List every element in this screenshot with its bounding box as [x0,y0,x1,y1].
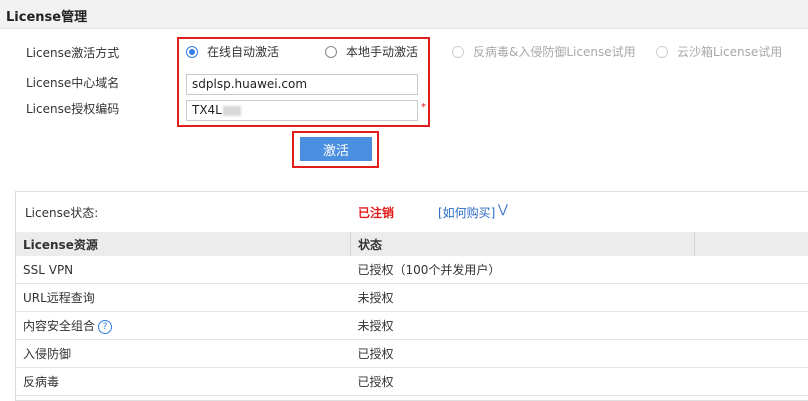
license-status-value: 已注销 [358,204,394,221]
status-cell: 已授权 [351,340,695,368]
status-cell: 已授权（100个并发用户） [351,256,695,284]
table-row: SSL VPN 已授权（100个并发用户） [16,256,808,284]
column-header-status: 状态 [351,232,695,256]
radio-icon [452,46,464,58]
column-header-resource: License资源 [16,232,351,256]
license-resource-table: License资源 状态 SSL VPN 已授权（100个并发用户） URL远程… [16,232,808,396]
question-circle-icon[interactable]: ? [98,320,112,334]
status-cell: 未授权 [351,284,695,312]
status-cell: 已授权 [351,368,695,396]
resource-cell: 入侵防御 [16,340,351,368]
highlight-box-form [177,37,430,127]
auth-code-label: License授权编码 [26,100,119,117]
radio-label: 云沙箱License试用 [677,43,782,60]
activation-mode-label: License激活方式 [26,44,119,61]
license-status-row: License状态: 已注销 [如何购买] ⋁ [16,192,808,230]
table-row: URL远程查询 未授权 [16,284,808,312]
how-to-buy-link[interactable]: [如何购买] [438,204,495,221]
status-cell: 未授权 [351,312,695,340]
license-status-panel: License状态: 已注销 [如何购买] ⋁ License资源 状态 SSL… [15,191,808,401]
resource-cell: 反病毒 [16,368,351,396]
table-row: 内容安全组合? 未授权 [16,312,808,340]
table-header-row: License资源 状态 [16,232,808,256]
page-title: License管理 [6,6,87,25]
table-row: 反病毒 已授权 [16,368,808,396]
resource-cell: SSL VPN [16,256,351,284]
resource-cell: URL远程查询 [16,284,351,312]
radio-av-ips-trial[interactable]: 反病毒&入侵防御License试用 [452,43,636,60]
chevron-down-icon[interactable]: ⋁ [498,202,508,216]
table-row: 入侵防御 已授权 [16,340,808,368]
domain-label: License中心域名 [26,74,119,91]
column-header-empty [695,232,808,256]
resource-cell: 内容安全组合? [16,312,351,340]
resource-name: 内容安全组合 [23,319,95,333]
highlight-box-button [292,131,379,168]
page-header: License管理 [0,0,808,29]
radio-icon [656,46,668,58]
license-status-label: License状态: [25,204,98,221]
radio-label: 反病毒&入侵防御License试用 [473,43,636,60]
radio-cloud-sandbox-trial[interactable]: 云沙箱License试用 [656,43,782,60]
